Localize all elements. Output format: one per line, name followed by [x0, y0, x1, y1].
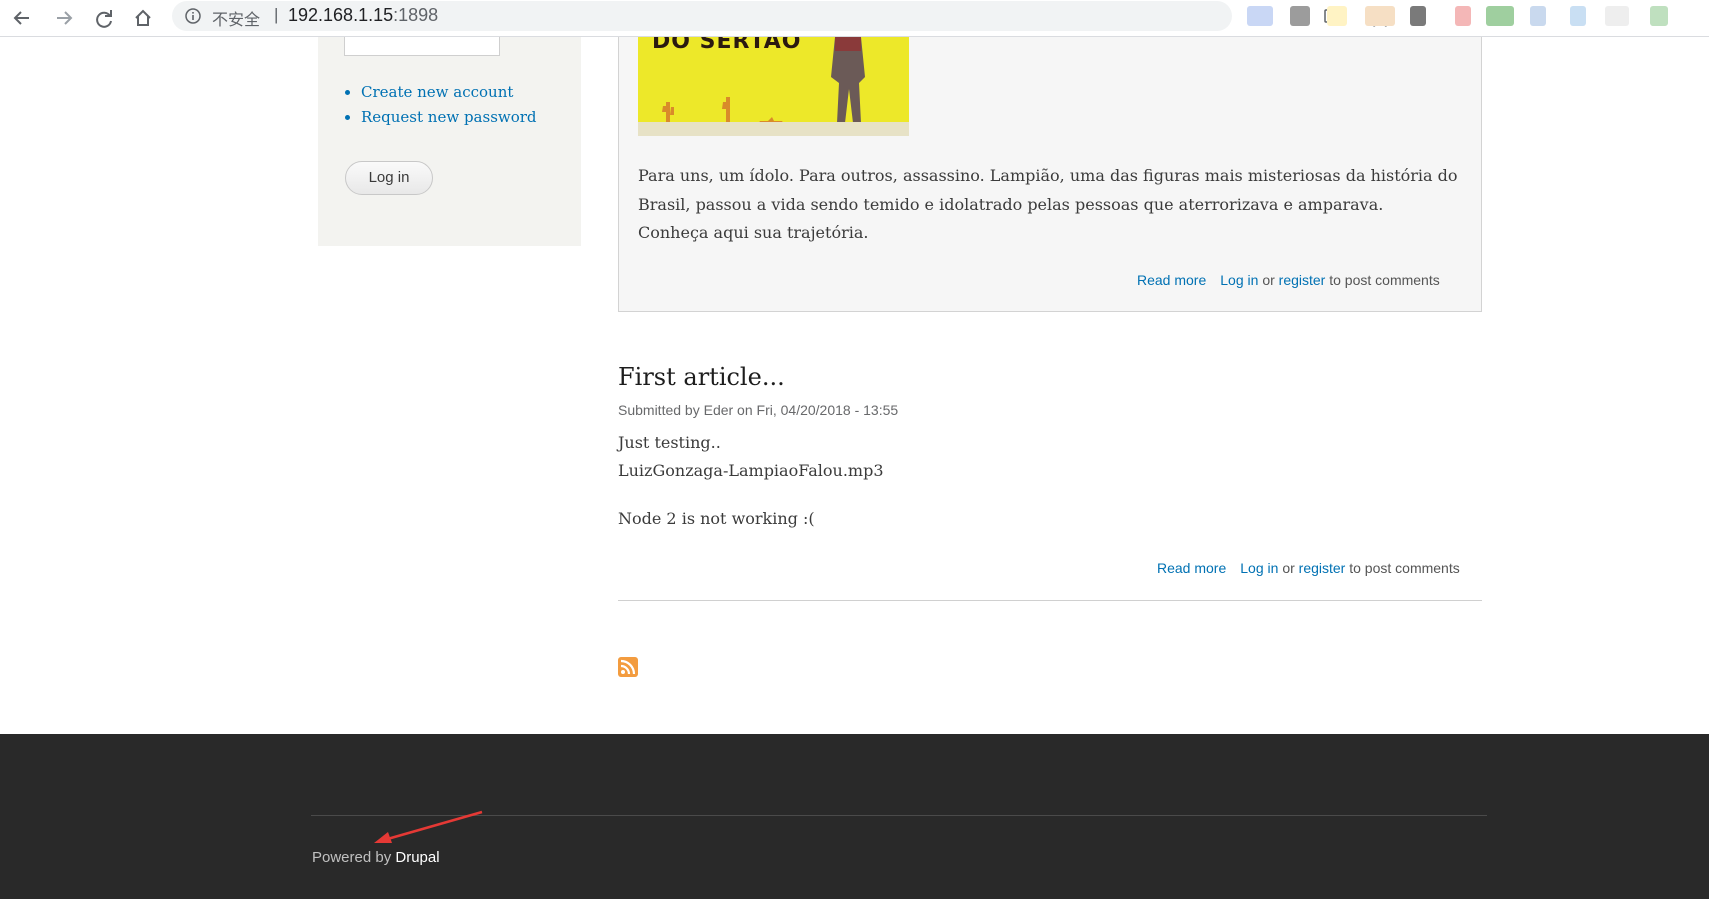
article-teaser-text: Para uns, um ídolo. Para outros, assassi… — [638, 166, 1458, 242]
annotation-arrow-icon — [374, 810, 483, 843]
reload-icon[interactable] — [90, 4, 118, 32]
login-block — [318, 37, 581, 246]
extension-icon[interactable] — [1530, 6, 1546, 26]
security-label: 不安全 — [212, 10, 261, 29]
rss-feed-icon[interactable] — [618, 657, 638, 677]
extension-icon[interactable] — [1570, 6, 1586, 26]
article-image[interactable]: DO SERTÃO — [638, 37, 909, 136]
url-separator: | — [274, 5, 279, 24]
extension-icon[interactable] — [1410, 6, 1426, 26]
site-footer — [0, 734, 1709, 899]
read-more-link[interactable]: Read more — [1157, 560, 1226, 576]
extension-icon[interactable] — [1650, 6, 1668, 26]
extension-icon[interactable] — [1247, 6, 1273, 26]
post-comments-text: to post comments — [1349, 560, 1460, 576]
or-text: or — [1282, 560, 1295, 576]
extension-icon[interactable] — [1605, 6, 1629, 26]
extension-icon[interactable] — [1365, 6, 1395, 26]
image-base — [638, 122, 909, 136]
home-icon[interactable] — [129, 4, 157, 32]
extension-icon[interactable] — [1455, 6, 1471, 26]
extension-icon[interactable] — [1486, 6, 1514, 26]
extension-icon[interactable] — [1290, 6, 1310, 26]
image-title: DO SERTÃO — [652, 37, 802, 54]
article-body-line: LuizGonzaga-LampiaoFalou.mp3 — [618, 461, 884, 480]
powered-by-label: Powered by — [312, 849, 392, 866]
powered-by-text: Powered by Drupal — [312, 849, 440, 866]
article-body-line: Just testing.. — [618, 433, 721, 452]
back-icon[interactable] — [8, 4, 36, 32]
request-password-link[interactable]: Request new password — [361, 108, 537, 126]
list-item: Request new password — [361, 105, 537, 130]
register-link[interactable]: register — [1279, 272, 1326, 288]
post-comments-text: to post comments — [1329, 272, 1440, 288]
article-title[interactable]: First article... — [618, 363, 785, 391]
article1-links: Read more Log in or register to post comm… — [1137, 272, 1440, 288]
login-button[interactable]: Log in — [345, 161, 433, 195]
read-more-link[interactable]: Read more — [1137, 272, 1206, 288]
url-text[interactable]: 192.168.1.15:1898 — [288, 5, 438, 26]
article-body-line: Node 2 is not working :( — [618, 509, 815, 528]
submitted-meta: Submitted by Eder on Fri, 04/20/2018 - 1… — [618, 402, 899, 418]
forward-icon[interactable] — [50, 4, 78, 32]
browser-toolbar: 不安全 | 192.168.1.15:1898 G — [0, 0, 1709, 37]
login-links: Create new account Request new password — [343, 80, 537, 130]
info-icon[interactable] — [185, 8, 201, 24]
create-account-link[interactable]: Create new account — [361, 83, 513, 101]
extension-icon[interactable] — [1327, 6, 1347, 26]
article2-links: Read more Log in or register to post comm… — [1157, 560, 1460, 576]
password-field[interactable] — [344, 37, 500, 56]
list-item: Create new account — [361, 80, 537, 105]
cangaceiro-figure — [825, 37, 871, 129]
drupal-link[interactable]: Drupal — [395, 849, 439, 866]
register-link[interactable]: register — [1299, 560, 1346, 576]
or-text: or — [1262, 272, 1275, 288]
login-link[interactable]: Log in — [1220, 272, 1258, 288]
address-bar[interactable]: 不安全 | 192.168.1.15:1898 G — [172, 1, 1391, 31]
login-link[interactable]: Log in — [1240, 560, 1278, 576]
article-divider — [618, 600, 1482, 601]
